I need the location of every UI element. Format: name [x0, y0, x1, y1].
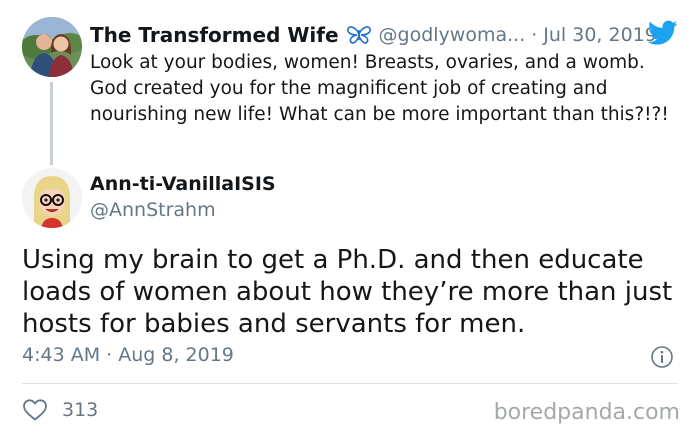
- parent-tweet-text: Look at your bodies, women! Breasts, ova…: [90, 52, 669, 125]
- info-icon[interactable]: [650, 345, 674, 369]
- parent-header: The Transformed Wife @godlywoma... · Jul…: [90, 20, 657, 50]
- tweet-text: Using my brain to get a Ph.D. and then e…: [22, 245, 673, 339]
- author-avatar[interactable]: [22, 168, 82, 228]
- parent-avatar[interactable]: [22, 17, 82, 77]
- parent-date[interactable]: Jul 30, 2019: [543, 24, 657, 46]
- parent-handle[interactable]: @godlywoma...: [379, 24, 526, 46]
- tweet-card: The Transformed Wife @godlywoma... · Jul…: [0, 0, 700, 438]
- twitter-bird-icon[interactable]: [647, 20, 678, 46]
- divider: [22, 383, 678, 384]
- author-display-name[interactable]: Ann-ti-VanillaISIS: [90, 173, 276, 195]
- tweet-timestamp[interactable]: 4:43 AM · Aug 8, 2019: [22, 344, 234, 366]
- parent-display-name[interactable]: The Transformed Wife: [90, 23, 339, 47]
- like-count: 313: [62, 399, 99, 421]
- watermark: boredpanda.com: [493, 400, 680, 425]
- parent-separator: ·: [531, 24, 538, 46]
- thread-line: [50, 82, 53, 165]
- like-button[interactable]: 313: [22, 396, 98, 424]
- author-handle[interactable]: @AnnStrahm: [90, 199, 216, 221]
- butterfly-icon: [346, 25, 371, 45]
- heart-icon[interactable]: [22, 398, 48, 422]
